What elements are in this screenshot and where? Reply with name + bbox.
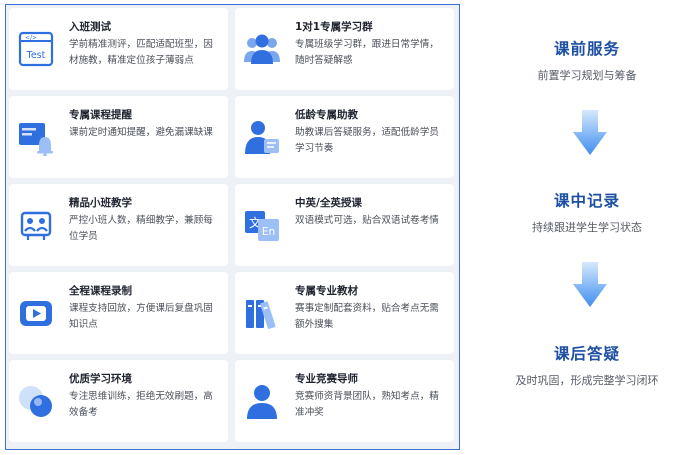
arrow-down-icon xyxy=(573,110,607,155)
feature-title: 优质学习环境 xyxy=(69,373,132,385)
svg-text:Test: Test xyxy=(26,50,46,61)
books-icon xyxy=(246,300,276,329)
stage-after-class: 课后答疑 及时巩固，形成完整学习闭环 xyxy=(488,342,686,388)
feature-card-recording[interactable]: 全程课程录制 课程支持回放，方便课后复盘巩固知识点 xyxy=(9,272,228,354)
feature-title: 专业竞赛导师 xyxy=(295,373,358,385)
feature-desc: 专属班级学习群，跟进日常学情，随时答疑解惑 xyxy=(295,39,439,66)
feature-desc: 竞赛师资背景团队，熟知考点，精准冲奖 xyxy=(295,391,439,418)
features-panel: </> Test 入班测试 学前精准测评，匹配适配班型，因材施教，精准定位孩子薄… xyxy=(5,4,460,450)
stage-desc: 前置学习规划与筹备 xyxy=(537,69,637,82)
arrow-down-icon xyxy=(573,262,607,307)
video-icon xyxy=(20,301,52,326)
feature-card-study-group[interactable]: 1对1专属学习群 专属班级学习群，跟进日常学情，随时答疑解惑 xyxy=(235,8,454,90)
translate-icon: 文 En xyxy=(245,211,279,241)
assistant-icon xyxy=(245,121,279,154)
feature-card-teaching-assistant[interactable]: 低龄专属助教 助教课后答疑服务，适配低龄学员学习节奏 xyxy=(235,96,454,178)
class-icon xyxy=(20,211,52,240)
feature-card-mentor[interactable]: 专业竞赛导师 竞赛师资背景团队，熟知考点，精准冲奖 xyxy=(235,360,454,442)
stage-during-class: 课中记录 持续跟进学生学习状态 xyxy=(488,189,686,235)
feature-desc: 专注思维训练，拒绝无效刷题，高效备考 xyxy=(69,391,213,418)
group-icon xyxy=(244,34,280,64)
stage-desc: 及时巩固，形成完整学习闭环 xyxy=(515,374,659,387)
feature-card-course-reminder[interactable]: 专属课程提醒 课前定时通知提醒，避免漏课缺课 xyxy=(9,96,228,178)
feature-desc: 双语模式可选，贴合双语试卷考情 xyxy=(295,215,439,226)
environment-icon xyxy=(19,386,52,417)
feature-title: 全程课程录制 xyxy=(69,285,132,297)
feature-title: 专属课程提醒 xyxy=(69,109,132,121)
feature-desc: 赛事定制配套资料，贴合考点无需额外搜集 xyxy=(295,303,439,330)
bell-icon xyxy=(19,123,53,156)
stage-desc: 持续跟进学生学习状态 xyxy=(532,221,642,234)
svg-text:</>: </> xyxy=(25,35,37,42)
stage-title: 课后答疑 xyxy=(553,345,620,363)
stage-title: 课前服务 xyxy=(553,40,620,58)
feature-desc: 严控小班人数，精细教学，兼顾每位学员 xyxy=(69,215,213,242)
feature-title: 专属专业教材 xyxy=(295,285,358,297)
feature-card-environment[interactable]: 优质学习环境 专注思维训练，拒绝无效刷题，高效备考 xyxy=(9,360,228,442)
feature-title: 精品小班教学 xyxy=(69,197,132,209)
feature-desc: 课前定时通知提醒，避免漏课缺课 xyxy=(69,127,213,138)
feature-title: 入班测试 xyxy=(69,21,111,33)
stage-before-class: 课前服务 前置学习规划与筹备 xyxy=(488,37,686,83)
feature-title: 中英/全英授课 xyxy=(295,197,362,209)
feature-card-bilingual[interactable]: 文 En 中英/全英授课 双语模式可选，贴合双语试卷考情 xyxy=(235,184,454,266)
feature-card-textbooks[interactable]: 专属专业教材 赛事定制配套资料，贴合考点无需额外搜集 xyxy=(235,272,454,354)
feature-desc: 助教课后答疑服务，适配低龄学员学习节奏 xyxy=(295,127,439,154)
feature-card-small-class[interactable]: 精品小班教学 严控小班人数，精细教学，兼顾每位学员 xyxy=(9,184,228,266)
feature-title: 1对1专属学习群 xyxy=(295,21,373,33)
stage-title: 课中记录 xyxy=(553,192,620,210)
feature-desc: 学前精准测评，匹配适配班型，因材施教，精准定位孩子薄弱点 xyxy=(69,39,213,66)
feature-card-placement-test[interactable]: </> Test 入班测试 学前精准测评，匹配适配班型，因材施教，精准定位孩子薄… xyxy=(9,8,228,90)
test-icon: </> Test xyxy=(18,31,54,67)
mentor-icon xyxy=(247,385,277,419)
svg-text:En: En xyxy=(262,226,275,238)
feature-desc: 课程支持回放，方便课后复盘巩固知识点 xyxy=(69,303,213,330)
feature-title: 低龄专属助教 xyxy=(295,109,358,121)
